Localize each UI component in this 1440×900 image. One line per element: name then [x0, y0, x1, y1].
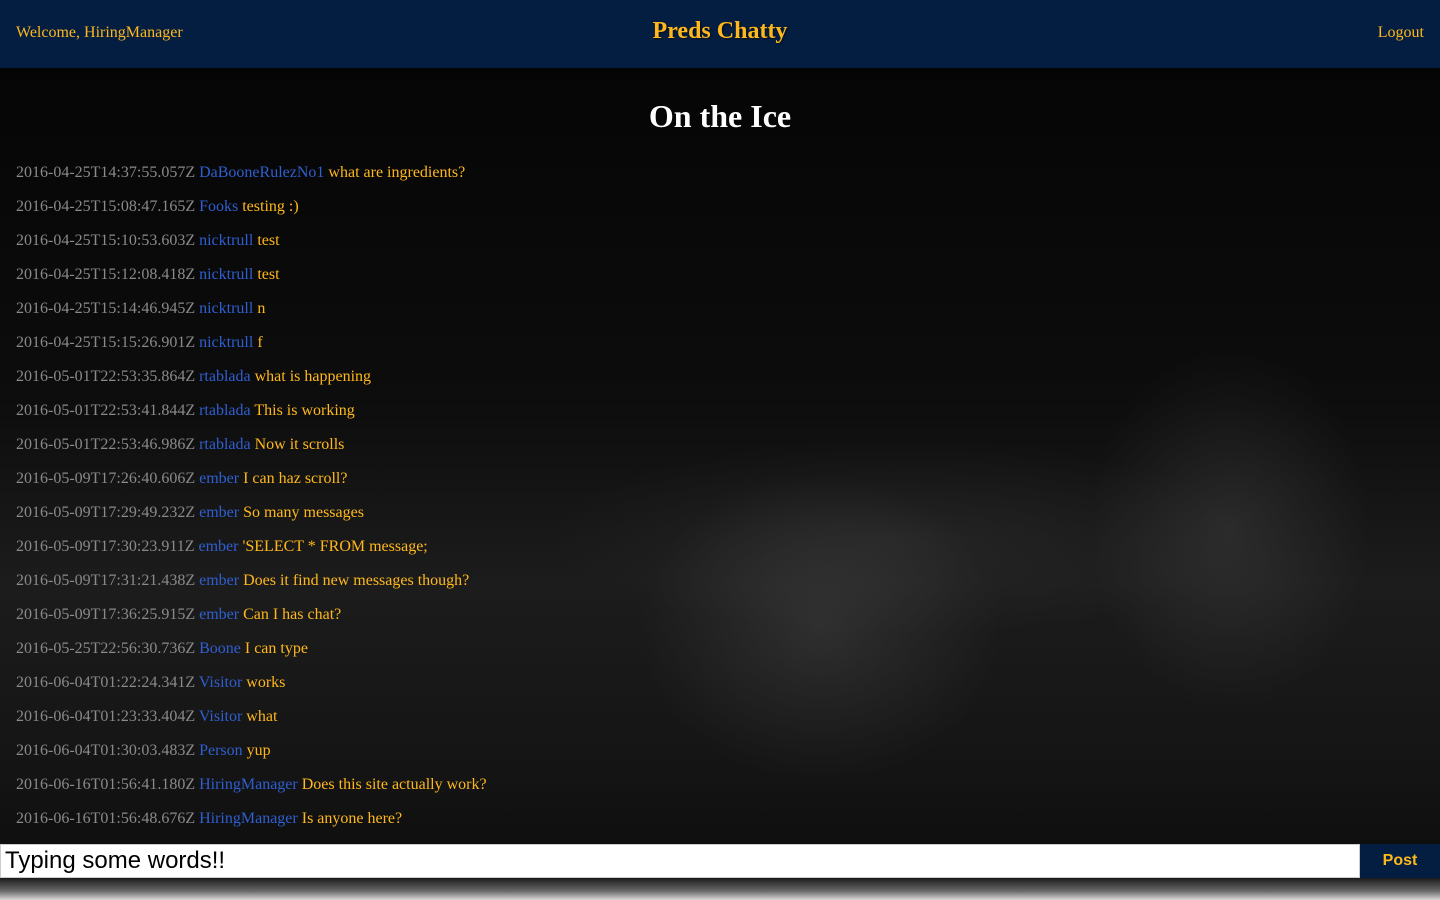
message-username: nicktrull [199, 232, 254, 249]
message-text: Now it scrolls [254, 436, 345, 453]
brand-title[interactable]: Preds Chatty [653, 18, 788, 44]
message-text: yup [246, 742, 271, 759]
message-item: 2016-05-01T22:53:41.844Z rtablada This i… [16, 398, 1416, 432]
message-timestamp: 2016-04-25T15:08:47.165Z [16, 198, 196, 215]
message-text: Does it find new messages though? [243, 572, 470, 589]
message-item: 2016-04-25T15:14:46.945Z nicktrull n [16, 296, 1416, 330]
message-timestamp: 2016-05-09T17:36:25.915Z [16, 606, 196, 623]
message-username: DaBooneRulezNo1 [199, 164, 325, 181]
message-input[interactable] [0, 844, 1360, 878]
message-item: 2016-06-16T01:56:41.180Z HiringManager D… [16, 772, 1416, 806]
message-timestamp: 2016-04-25T14:37:55.057Z [16, 164, 196, 181]
message-timestamp: 2016-06-04T01:23:33.404Z [16, 708, 196, 725]
message-text: 'SELECT * FROM message; [242, 538, 428, 555]
message-text: Can I has chat? [243, 606, 342, 623]
message-item: 2016-05-09T17:29:49.232Z ember So many m… [16, 500, 1416, 534]
message-username: rtablada [199, 368, 251, 385]
top-navbar: Welcome, HiringManager Preds Chatty Logo… [0, 0, 1440, 68]
message-timestamp: 2016-04-25T15:12:08.418Z [16, 266, 196, 283]
message-username: Visitor [198, 674, 243, 691]
message-text: I can haz scroll? [243, 470, 348, 487]
message-username: HiringManager [199, 810, 298, 827]
message-text: what [246, 708, 278, 725]
message-item: 2016-05-01T22:53:35.864Z rtablada what i… [16, 364, 1416, 398]
message-username: nicktrull [199, 334, 254, 351]
welcome-text: Welcome, HiringManager [16, 24, 183, 41]
message-timestamp: 2016-05-25T22:56:30.736Z [16, 640, 196, 657]
message-text: works [246, 674, 286, 691]
message-text: what is happening [254, 368, 372, 385]
message-item: 2016-05-25T22:56:30.736Z Boone I can typ… [16, 636, 1416, 670]
message-item: 2016-05-09T17:31:21.438Z ember Does it f… [16, 568, 1416, 602]
message-timestamp: 2016-04-25T15:10:53.603Z [16, 232, 196, 249]
message-timestamp: 2016-05-09T17:30:23.911Z [16, 538, 195, 555]
message-timestamp: 2016-06-04T01:30:03.483Z [16, 742, 196, 759]
message-username: rtablada [199, 402, 251, 419]
message-text: Is anyone here? [301, 810, 403, 827]
message-item: 2016-06-16T01:56:48.676Z HiringManager I… [16, 806, 1416, 840]
chat-page: Welcome, HiringManager Preds Chatty Logo… [0, 0, 1440, 900]
background-bottom-edge [0, 878, 1440, 900]
message-timestamp: 2016-05-09T17:26:40.606Z [16, 470, 196, 487]
message-username: ember [199, 606, 240, 623]
brand-title-wrap: Preds Chatty [0, 18, 1440, 45]
message-text: test [257, 232, 280, 249]
message-username: nicktrull [199, 266, 254, 283]
message-text: So many messages [243, 504, 364, 521]
message-text: f [257, 334, 263, 351]
logout-link[interactable]: Logout [1378, 24, 1424, 42]
message-item: 2016-06-04T01:23:33.404Z Visitor what [16, 704, 1416, 738]
message-item: 2016-04-25T15:08:47.165Z Fooks testing :… [16, 194, 1416, 228]
message-text: Does this site actually work? [301, 776, 487, 793]
message-item: 2016-04-25T14:37:55.057Z DaBooneRulezNo1… [16, 160, 1416, 194]
message-timestamp: 2016-04-25T15:15:26.901Z [16, 334, 196, 351]
message-username: Visitor [198, 708, 243, 725]
message-username: Person [199, 742, 243, 759]
message-timestamp: 2016-06-04T01:22:24.341Z [16, 674, 196, 691]
message-text: I can type [244, 640, 308, 657]
message-text: test [257, 266, 280, 283]
post-button[interactable]: Post [1360, 844, 1440, 878]
message-item: 2016-04-25T15:10:53.603Z nicktrull test [16, 228, 1416, 262]
message-list[interactable]: 2016-04-25T14:37:55.057Z DaBooneRulezNo1… [16, 160, 1416, 840]
message-item: 2016-05-09T17:36:25.915Z ember Can I has… [16, 602, 1416, 636]
message-text: testing :) [242, 198, 299, 215]
message-timestamp: 2016-04-25T15:14:46.945Z [16, 300, 196, 317]
message-timestamp: 2016-05-09T17:31:21.438Z [16, 572, 196, 589]
message-item: 2016-04-25T15:12:08.418Z nicktrull test [16, 262, 1416, 296]
room-title: On the Ice [648, 98, 792, 134]
message-composer: Post [0, 844, 1440, 878]
message-timestamp: 2016-05-01T22:53:41.844Z [16, 402, 196, 419]
message-username: Boone [199, 640, 241, 657]
message-timestamp: 2016-05-09T17:29:49.232Z [16, 504, 196, 521]
message-text: what are ingredients? [328, 164, 466, 181]
message-item: 2016-04-25T15:15:26.901Z nicktrull f [16, 330, 1416, 364]
message-timestamp: 2016-05-01T22:53:35.864Z [16, 368, 196, 385]
message-username: HiringManager [199, 776, 298, 793]
message-timestamp: 2016-05-01T22:53:46.986Z [16, 436, 196, 453]
message-item: 2016-05-09T17:30:23.911Z ember 'SELECT *… [16, 534, 1416, 568]
message-username: rtablada [199, 436, 251, 453]
message-text: This is working [254, 402, 355, 419]
message-username: ember [199, 504, 240, 521]
message-username: ember [198, 538, 239, 555]
message-username: nicktrull [199, 300, 254, 317]
message-item: 2016-05-09T17:26:40.606Z ember I can haz… [16, 466, 1416, 500]
message-text: n [257, 300, 266, 317]
message-username: ember [199, 572, 240, 589]
message-item: 2016-06-04T01:30:03.483Z Person yup [16, 738, 1416, 772]
message-item: 2016-05-01T22:53:46.986Z rtablada Now it… [16, 432, 1416, 466]
message-timestamp: 2016-06-16T01:56:48.676Z [16, 810, 196, 827]
message-username: Fooks [199, 198, 239, 215]
message-item: 2016-06-04T01:22:24.341Z Visitor works [16, 670, 1416, 704]
message-username: ember [199, 470, 240, 487]
message-timestamp: 2016-06-16T01:56:41.180Z [16, 776, 196, 793]
